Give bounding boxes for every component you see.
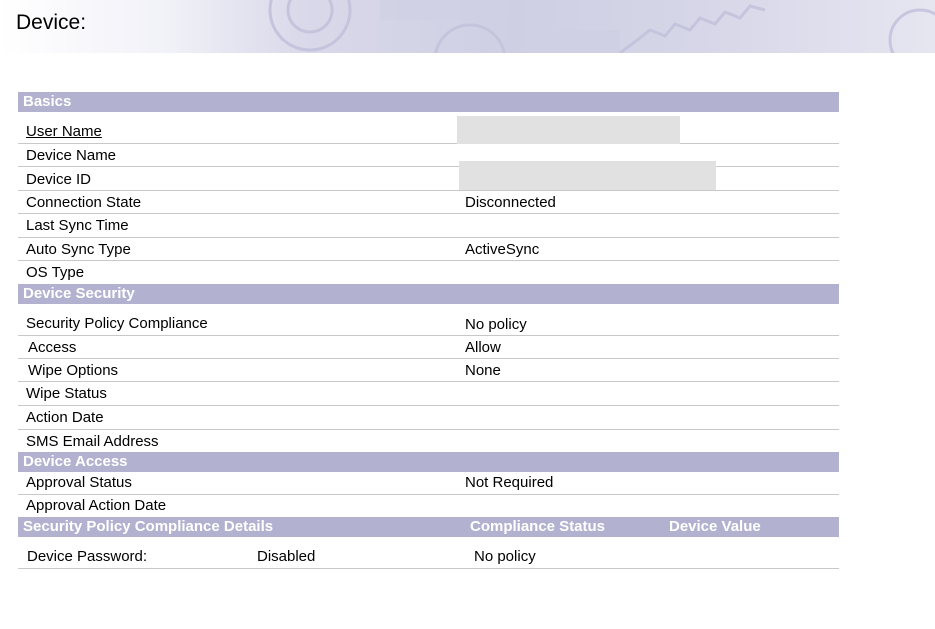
section-title: Device Access	[23, 453, 128, 470]
auto-sync-type-value: ActiveSync	[465, 241, 540, 258]
row-sms-email-address: SMS Email Address	[18, 430, 839, 452]
connection-state-label: Connection State	[26, 194, 142, 211]
approval-action-date-label: Approval Action Date	[26, 497, 167, 514]
device-name-label: Device Name	[26, 147, 117, 164]
section-header-device-security: Device Security	[18, 284, 839, 304]
page-title: Device:	[16, 11, 87, 34]
compliance-item-setting: Disabled	[257, 548, 316, 565]
section-header-device-access: Device Access	[18, 452, 839, 472]
os-type-label: OS Type	[26, 264, 85, 281]
row-security-policy-compliance: Security Policy Compliance No policy	[18, 312, 839, 336]
access-label: Access	[28, 339, 77, 356]
section-header-compliance-details: Security Policy Compliance Details Compl…	[18, 517, 839, 537]
redacted-device-id	[459, 161, 716, 190]
row-approval-status: Approval Status Not Required	[18, 472, 839, 495]
redacted-user-name	[457, 116, 680, 144]
row-user-name: User Name	[18, 120, 839, 144]
row-wipe-options: Wipe Options None	[18, 359, 839, 382]
security-policy-compliance-value: No policy	[465, 316, 527, 333]
section-header-basics: Basics	[18, 92, 839, 112]
user-name-link[interactable]: User Name	[26, 123, 102, 140]
last-sync-time-label: Last Sync Time	[26, 217, 129, 234]
gear-watermark-graphic	[268, 0, 935, 53]
row-action-date: Action Date	[18, 406, 839, 430]
column-header-compliance-status: Compliance Status	[470, 518, 606, 535]
section-title: Basics	[23, 93, 72, 110]
section-title: Device Security	[23, 285, 135, 302]
connection-state-value: Disconnected	[465, 194, 556, 211]
approval-status-label: Approval Status	[26, 474, 132, 491]
row-os-type: OS Type	[18, 261, 839, 284]
wipe-options-label: Wipe Options	[28, 362, 119, 379]
auto-sync-type-label: Auto Sync Type	[26, 241, 131, 258]
row-approval-action-date: Approval Action Date	[18, 495, 839, 517]
approval-status-value: Not Required	[465, 474, 554, 491]
row-access: Access Allow	[18, 336, 839, 359]
row-wipe-status: Wipe Status	[18, 382, 839, 406]
device-id-label: Device ID	[26, 171, 92, 188]
security-policy-compliance-label: Security Policy Compliance	[26, 315, 208, 332]
compliance-item-status: No policy	[474, 548, 536, 565]
header-banner: Device:	[0, 0, 935, 53]
row-connection-state: Connection State Disconnected	[18, 191, 839, 214]
table-row: Device Password: Disabled No policy	[18, 545, 839, 569]
wipe-status-label: Wipe Status	[26, 385, 107, 402]
row-last-sync-time: Last Sync Time	[18, 214, 839, 238]
row-auto-sync-type: Auto Sync Type ActiveSync	[18, 238, 839, 261]
compliance-item-label: Device Password:	[27, 548, 148, 565]
access-value: Allow	[465, 339, 501, 356]
wipe-options-value: None	[465, 362, 501, 379]
column-header-device-value: Device Value	[669, 518, 761, 535]
section-title: Security Policy Compliance Details	[23, 518, 274, 535]
sms-email-address-label: SMS Email Address	[26, 433, 159, 450]
action-date-label: Action Date	[26, 409, 104, 426]
